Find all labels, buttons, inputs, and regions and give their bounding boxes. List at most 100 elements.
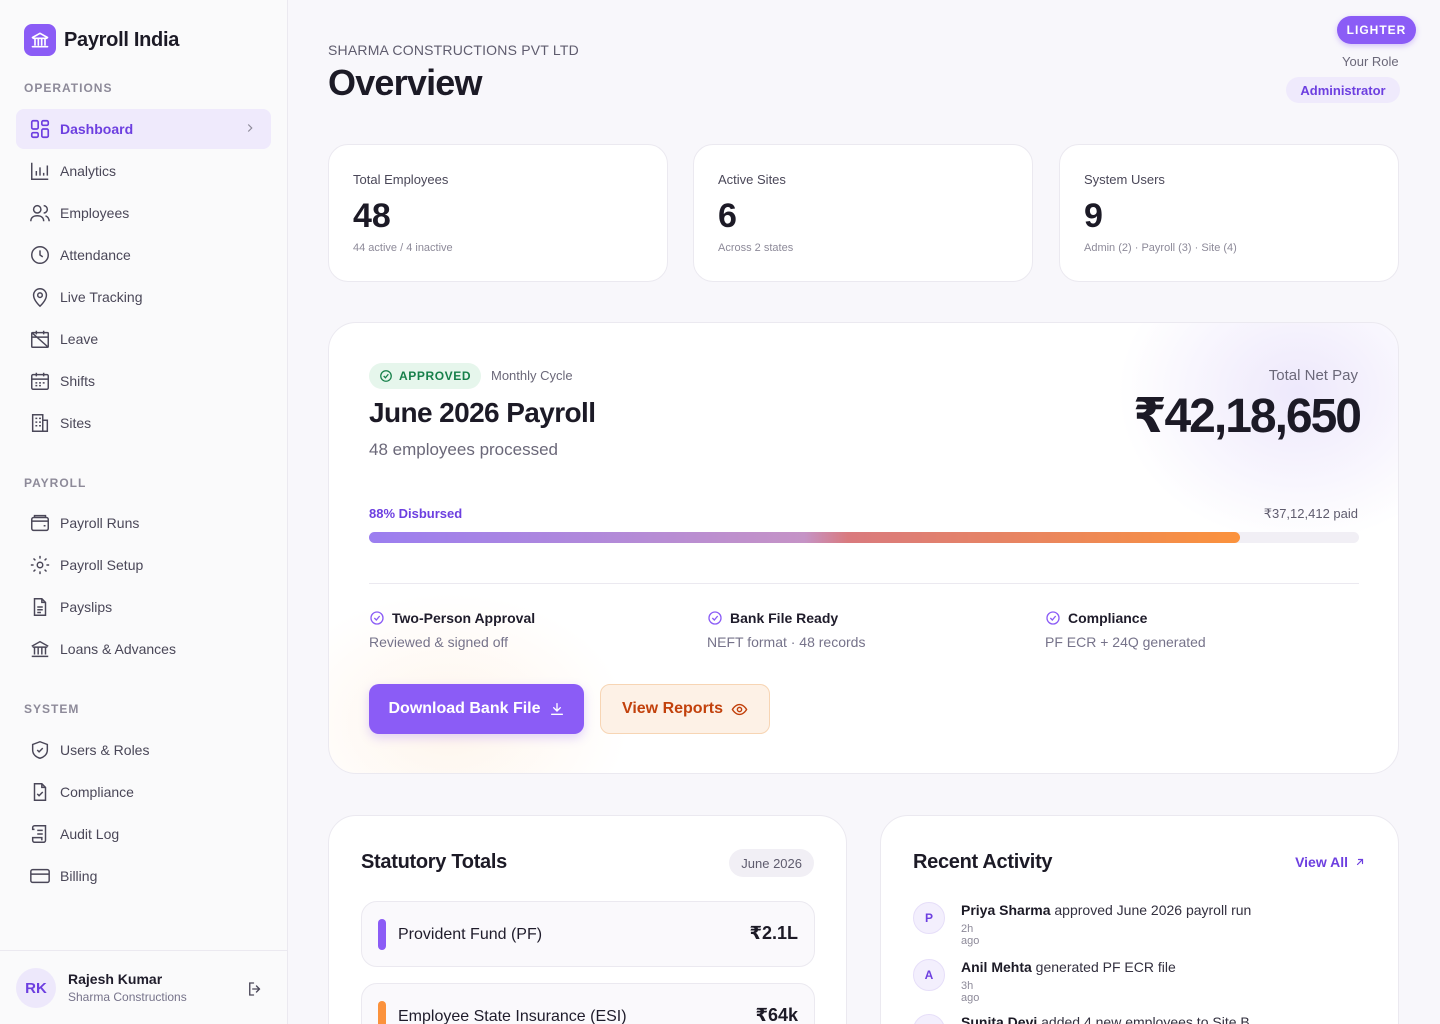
brand[interactable]: Payroll India bbox=[24, 24, 179, 56]
section-label-payroll: PAYROLL bbox=[24, 476, 87, 490]
map-pin-icon bbox=[28, 285, 52, 309]
recent-activity-panel: Recent Activity View All P Priya Sharma … bbox=[880, 815, 1399, 1024]
sidebar-item-payroll-runs[interactable]: Payroll Runs bbox=[16, 503, 271, 543]
arrow-up-right-icon bbox=[1356, 858, 1364, 866]
download-icon bbox=[550, 703, 563, 715]
sidebar-item-label: Live Tracking bbox=[60, 289, 143, 305]
actor-name: Anil Mehta bbox=[961, 959, 1032, 975]
stat-value: 9 bbox=[1084, 197, 1103, 235]
color-bar bbox=[378, 919, 386, 950]
panel-title: Recent Activity bbox=[913, 851, 1053, 873]
sidebar-item-compliance[interactable]: Compliance bbox=[16, 772, 271, 812]
users-icon bbox=[28, 201, 52, 225]
theme-toggle-button[interactable]: LIGHTER bbox=[1337, 16, 1416, 44]
row-value: ₹64k bbox=[755, 1005, 798, 1024]
building-icon bbox=[28, 411, 52, 435]
sidebar-item-payslips[interactable]: Payslips bbox=[16, 587, 271, 627]
user-footer: RK Rajesh Kumar Sharma Constructions bbox=[0, 950, 287, 1024]
payroll-subtitle: 48 employees processed bbox=[369, 440, 559, 459]
avatar: S bbox=[913, 1014, 945, 1024]
check-circle-icon bbox=[370, 611, 384, 625]
check-circle-icon bbox=[380, 370, 392, 382]
sidebar-item-label: Users & Roles bbox=[60, 742, 150, 758]
sidebar-item-shifts[interactable]: Shifts bbox=[16, 361, 271, 401]
sidebar-item-attendance[interactable]: Attendance bbox=[16, 235, 271, 275]
stat-sub: Across 2 states bbox=[718, 242, 794, 254]
stat-sub: 44 active / 4 inactive bbox=[353, 242, 453, 254]
statutory-row-esi[interactable]: Employee State Insurance (ESI) ₹64k bbox=[361, 983, 815, 1024]
avatar: A bbox=[913, 959, 945, 991]
actor-name: Sunita Devi bbox=[961, 1014, 1038, 1024]
activity-text: Priya Sharma approved June 2026 payroll … bbox=[961, 902, 1251, 918]
check-title: Compliance bbox=[1068, 610, 1148, 626]
avatar[interactable]: RK bbox=[16, 968, 56, 1008]
row-value: ₹2.1L bbox=[749, 923, 798, 943]
activity-text: Sunita Devi added 4 new employees to Sit… bbox=[961, 1014, 1250, 1024]
scroll-icon bbox=[28, 822, 52, 846]
link-label: View All bbox=[1295, 854, 1348, 870]
status-text: APPROVED bbox=[399, 369, 472, 383]
sidebar-item-billing[interactable]: Billing bbox=[16, 856, 271, 896]
button-label: Download Bank File bbox=[388, 700, 541, 717]
view-all-link[interactable]: View All bbox=[1295, 854, 1366, 870]
activity-action: generated PF ECR file bbox=[1031, 959, 1176, 975]
sidebar-item-loans-advances[interactable]: Loans & Advances bbox=[16, 629, 271, 669]
role-badge: Administrator bbox=[1286, 77, 1400, 103]
sidebar-item-payroll-setup[interactable]: Payroll Setup bbox=[16, 545, 271, 585]
payroll-title: June 2026 Payroll bbox=[369, 397, 596, 428]
shield-icon bbox=[28, 738, 52, 762]
stat-label: Total Employees bbox=[353, 172, 449, 187]
check-desc: Reviewed & signed off bbox=[369, 634, 509, 650]
file-check-icon bbox=[28, 780, 52, 804]
sidebar-item-leave[interactable]: Leave bbox=[16, 319, 271, 359]
month-badge: June 2026 bbox=[729, 849, 814, 877]
sidebar-item-audit-log[interactable]: Audit Log bbox=[16, 814, 271, 854]
check-title: Two-Person Approval bbox=[392, 610, 536, 626]
sidebar-item-employees[interactable]: Employees bbox=[16, 193, 271, 233]
activity-text: Anil Mehta generated PF ECR file bbox=[961, 959, 1176, 975]
cycle-label: Monthly Cycle bbox=[491, 368, 573, 383]
row-label: Provident Fund (PF) bbox=[398, 926, 543, 943]
eye-icon bbox=[731, 703, 748, 715]
sidebar-item-label: Payslips bbox=[60, 599, 113, 615]
net-pay-label: Total Net Pay bbox=[1268, 367, 1358, 384]
statutory-totals-panel: Statutory Totals June 2026 Provident Fun… bbox=[328, 815, 847, 1024]
download-bank-file-button[interactable]: Download Bank File bbox=[369, 684, 584, 734]
sidebar-item-sites[interactable]: Sites bbox=[16, 403, 271, 443]
sidebar-item-label: Employees bbox=[60, 205, 130, 221]
activity-time: 3h ago bbox=[961, 980, 980, 1004]
sidebar-item-label: Leave bbox=[60, 331, 99, 347]
progress-label: 88% Disbursed bbox=[369, 506, 463, 521]
sidebar-item-users-roles[interactable]: Users & Roles bbox=[16, 730, 271, 770]
actor-name: Priya Sharma bbox=[961, 902, 1051, 918]
activity-time: 2h ago bbox=[961, 923, 980, 947]
sidebar-item-label: Payroll Runs bbox=[60, 515, 140, 531]
avatar: P bbox=[913, 902, 945, 934]
stat-card-active-sites: Active Sites 6 Across 2 states bbox=[693, 144, 1033, 282]
panel-title: Statutory Totals bbox=[361, 851, 507, 873]
sidebar-item-live-tracking[interactable]: Live Tracking bbox=[16, 277, 271, 317]
bank-icon bbox=[28, 637, 52, 661]
sidebar-item-dashboard[interactable]: Dashboard bbox=[16, 109, 271, 149]
statutory-row-pf[interactable]: Provident Fund (PF) ₹2.1L bbox=[361, 901, 815, 967]
disbursement-progress-bar bbox=[369, 532, 1359, 543]
sidebar-item-analytics[interactable]: Analytics bbox=[16, 151, 271, 191]
check-bank-file-ready: Bank File Ready NEFT format · 48 records bbox=[707, 610, 865, 650]
progress-paid: ₹37,12,412 paid bbox=[1263, 506, 1358, 521]
view-reports-button[interactable]: View Reports bbox=[600, 684, 770, 734]
sidebar-item-label: Attendance bbox=[60, 247, 131, 263]
button-label: View Reports bbox=[621, 700, 724, 717]
gear-icon bbox=[28, 553, 52, 577]
grid-icon bbox=[28, 117, 52, 141]
check-desc: PF ECR + 24Q generated bbox=[1045, 634, 1206, 650]
check-two-person-approval: Two-Person Approval Reviewed & signed of… bbox=[369, 610, 535, 650]
sidebar-item-label: Audit Log bbox=[60, 826, 120, 842]
sidebar-item-label: Loans & Advances bbox=[60, 641, 176, 657]
activity-action: approved June 2026 payroll run bbox=[1050, 902, 1252, 918]
stat-value: 6 bbox=[718, 197, 737, 235]
logout-icon[interactable] bbox=[246, 980, 264, 1003]
stat-card-system-users: System Users 9 Admin (2) · Payroll (3) ·… bbox=[1059, 144, 1399, 282]
stat-value: 48 bbox=[353, 197, 391, 235]
status-badge: APPROVED bbox=[369, 363, 482, 389]
progress-fill bbox=[369, 532, 1241, 543]
